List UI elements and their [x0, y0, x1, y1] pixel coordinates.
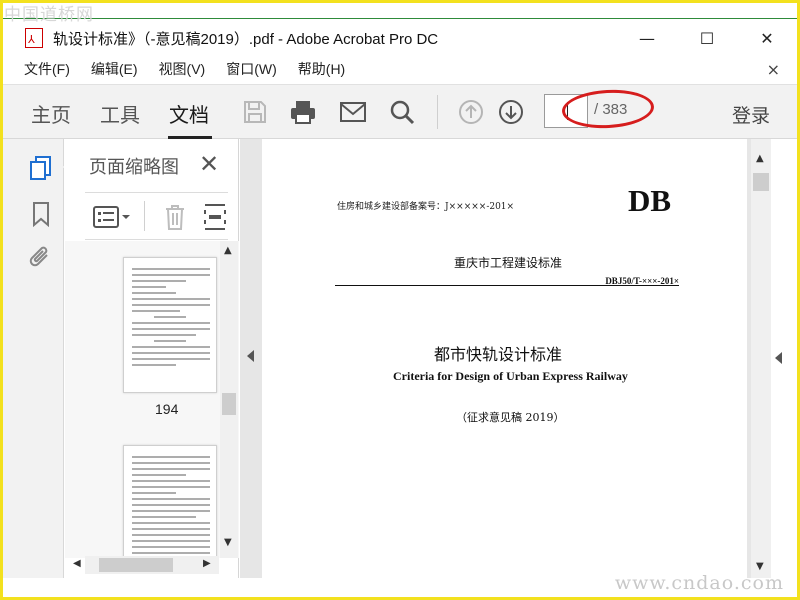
window-title: 轨设计标准》（-意见稿2019）.pdf - Adobe Acrobat Pro… [53, 30, 439, 48]
header-rule [335, 285, 679, 286]
main-toolbar: 主页 工具 文档 / 383 登录 [3, 84, 797, 139]
tab-document[interactable]: 文档 [169, 99, 209, 128]
db-standard-mark: DB [628, 183, 672, 218]
document-title-chinese: 都市快轨设计标准 [434, 345, 563, 364]
thumbnail-page-number: 194 [155, 401, 179, 417]
standard-category: 重庆市工程建设标准 [454, 256, 563, 270]
expand-right-panel-handle[interactable] [775, 352, 782, 364]
pdf-file-icon: ⅄ [25, 28, 43, 48]
document-vertical-scrollbar[interactable]: ▲ ▼ [751, 139, 771, 578]
search-icon[interactable] [388, 98, 416, 126]
watermark-logo-text: 中国道桥网 [4, 5, 94, 25]
tab-home[interactable]: 主页 [31, 99, 71, 128]
close-window-button[interactable]: ✕ [737, 20, 797, 56]
close-document-button[interactable]: × [767, 60, 780, 79]
thumbnail-horizontal-scrollbar[interactable]: ◀ ▶ [73, 556, 219, 574]
thumbnail-toolbar [85, 192, 228, 240]
collapse-left-panel-handle[interactable] [247, 350, 254, 362]
window-controls: — ☐ ✕ [617, 20, 797, 56]
login-button[interactable]: 登录 [732, 101, 770, 128]
thumbnail-vertical-scrollbar[interactable]: ▲ ▼ [220, 241, 238, 558]
thumbnail-toolbar-divider [144, 201, 145, 231]
panel-title: 页面缩略图 [89, 157, 179, 178]
thumbnail-scroll-thumb[interactable] [222, 393, 236, 415]
draft-note: （征求意见稿 2019） [456, 411, 565, 424]
document-scroll-thumb[interactable] [753, 173, 769, 191]
document-title-english: Criteria for Design of Urban Express Rai… [393, 369, 628, 383]
document-viewport: 住房和城乡建设部备案号：J×××××-201× DB 重庆市工程建设标准 DBJ… [240, 139, 770, 578]
watermark-url: www.cndao.com [614, 572, 784, 594]
previous-page-icon[interactable] [457, 98, 485, 126]
thumbnail-options-button[interactable] [93, 205, 133, 229]
thumbnail-list: 194 [65, 241, 239, 558]
close-panel-button[interactable]: ✕ [199, 150, 219, 178]
menu-help[interactable]: 帮助(H) [298, 59, 345, 79]
next-page-icon[interactable] [497, 98, 525, 126]
toolbar-divider [437, 95, 438, 129]
pdf-page: 住房和城乡建设部备案号：J×××××-201× DB 重庆市工程建设标准 DBJ… [262, 139, 747, 578]
title-bar: ⅄ 轨设计标准》（-意见稿2019）.pdf - Adobe Acrobat P… [3, 20, 797, 56]
email-icon[interactable] [339, 98, 367, 126]
minimize-button[interactable]: — [617, 20, 677, 56]
navigation-rail [3, 139, 71, 578]
more-thumbnail-options-icon[interactable] [203, 203, 227, 235]
bookmark-icon[interactable] [29, 201, 53, 227]
menu-edit[interactable]: 编辑(E) [91, 59, 138, 79]
tab-tools[interactable]: 工具 [100, 99, 140, 128]
thumbnail-page[interactable] [123, 445, 217, 558]
menu-bar: 文件(F) 编辑(E) 视图(V) 窗口(W) 帮助(H) × [3, 56, 797, 82]
attachment-icon[interactable] [29, 245, 53, 271]
page-thumbnails-icon[interactable] [29, 155, 53, 181]
menu-view[interactable]: 视图(V) [159, 59, 206, 79]
page-thumbnails-panel: 页面缩略图 ✕ 194 ▲ ▼ ◀ ▶ [65, 139, 239, 578]
save-icon[interactable] [241, 98, 269, 126]
menu-file[interactable]: 文件(F) [24, 59, 70, 79]
menu-window[interactable]: 窗口(W) [226, 59, 277, 79]
print-icon[interactable] [289, 98, 317, 126]
thumbnail-page[interactable] [123, 257, 217, 393]
delete-page-icon[interactable] [163, 203, 187, 235]
maximize-button[interactable]: ☐ [677, 20, 737, 56]
top-border-line [3, 18, 797, 19]
registration-number: 住房和城乡建设部备案号：J×××××-201× [337, 202, 515, 212]
horizontal-scroll-thumb[interactable] [99, 558, 173, 572]
